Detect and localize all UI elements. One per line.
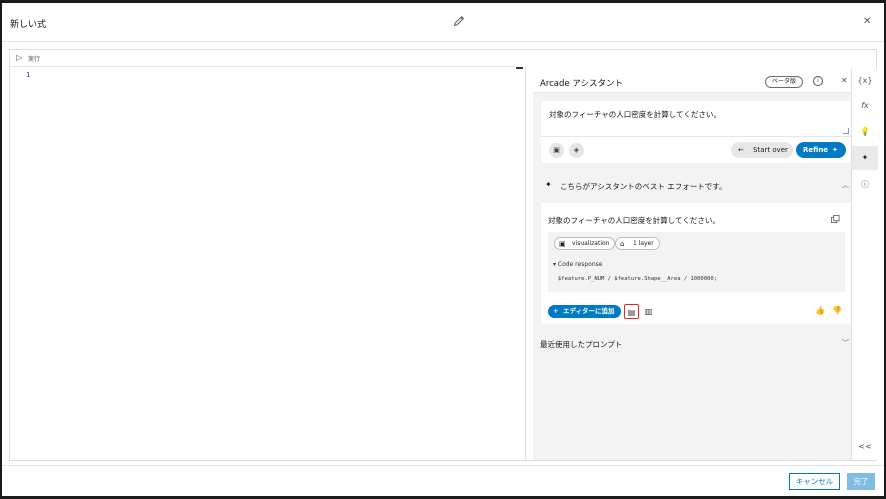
recent-prompts-header[interactable]: 最近使用したプロンプト ﹀ xyxy=(533,333,851,353)
clipboard-icon[interactable]: ▥ xyxy=(641,304,656,319)
prompt-input[interactable]: 対象のフィーチャの人口密度を計算してください。 xyxy=(541,101,851,137)
add-to-editor-button[interactable]: + エディターに追加 xyxy=(548,305,621,318)
line-number: 1 xyxy=(26,71,31,79)
code-snippet: $feature.P_NUM / $feature.Shape__Area / … xyxy=(558,276,717,282)
dialog-footer: キャンセル 完了 xyxy=(2,465,884,496)
play-icon[interactable]: ▷ xyxy=(16,53,22,62)
variables-icon[interactable]: {x} xyxy=(852,69,878,93)
thumbs-down-icon[interactable]: 👎 xyxy=(832,306,842,315)
layers-icon[interactable]: ◈ xyxy=(569,143,584,158)
visualization-chip[interactable]: ▣ visualization xyxy=(554,237,616,250)
start-over-label: Start over xyxy=(753,146,788,154)
assistant-icon[interactable]: ✦ xyxy=(852,146,878,170)
refine-label: Refine xyxy=(803,146,829,154)
prompt-text: 対象のフィーチャの人口密度を計算してください。 xyxy=(549,110,721,119)
sparkle-icon: ✦ xyxy=(832,146,838,154)
layer-icon: ⌂ xyxy=(620,240,625,248)
assistant-title: Arcade アシスタント xyxy=(540,79,623,89)
run-toolbar: ▷ 実行 xyxy=(10,50,516,67)
expression-dialog: 新しい式 ✕ ▷ 実行 1 Arcade アシスタント ベータ版 i ✕ 対象の… xyxy=(2,3,884,496)
side-rail: {x} fx 💡 ✦ ⓘ << xyxy=(851,69,878,460)
code-editor[interactable]: 1 xyxy=(10,67,516,460)
code-response-toggle[interactable]: ▾ Code response xyxy=(553,261,602,268)
assistant-header: Arcade アシスタント ベータ版 i ✕ xyxy=(533,69,851,93)
dialog-title: 新しい式 xyxy=(10,20,47,30)
done-button[interactable]: 完了 xyxy=(847,473,875,490)
start-over-button[interactable]: ← Start over xyxy=(731,142,793,158)
bulb-icon[interactable]: 💡 xyxy=(852,120,878,144)
divider xyxy=(525,67,526,460)
pencil-icon[interactable] xyxy=(452,14,466,28)
copy-icon[interactable] xyxy=(831,215,840,224)
chevron-up-icon[interactable]: ︿ xyxy=(842,180,849,190)
chip-label: visualization xyxy=(572,240,610,247)
close-assistant-icon[interactable]: ✕ xyxy=(841,76,848,85)
functions-icon[interactable]: fx xyxy=(852,94,878,118)
beta-badge: ベータ版 xyxy=(765,76,804,88)
thumbs-up-icon[interactable]: 👍 xyxy=(815,306,825,315)
chip-label: 1 layer xyxy=(633,240,654,247)
insert-document-icon[interactable]: ▤ xyxy=(624,304,639,319)
arcade-assistant-panel: Arcade アシスタント ベータ版 i ✕ 対象のフィーチャの人口密度を計算し… xyxy=(533,69,851,460)
recent-prompts-label: 最近使用したプロンプト xyxy=(540,340,623,349)
image-icon[interactable]: ▣ xyxy=(549,143,564,158)
best-effort-text: こちらがアシスタントのベスト エフォートです。 xyxy=(560,182,727,191)
response-card: 対象のフィーチャの人口密度を計算してください。 ▣ visualization … xyxy=(541,203,851,324)
response-details: ▣ visualization ⌂ 1 layer ▾ Code respons… xyxy=(548,232,845,292)
prompt-box: 対象のフィーチャの人口密度を計算してください。 ▣ ◈ ← Start over… xyxy=(541,101,851,163)
refine-button[interactable]: Refine ✦ xyxy=(796,142,846,158)
response-prompt: 対象のフィーチャの人口密度を計算してください。 xyxy=(548,216,720,225)
arrow-left-icon: ← xyxy=(738,146,744,154)
cancel-button[interactable]: キャンセル xyxy=(789,473,840,490)
plus-icon: + xyxy=(553,307,559,315)
help-icon[interactable]: ⓘ xyxy=(852,173,878,197)
sparkle-icon: ✦ xyxy=(545,180,552,189)
best-effort-header[interactable]: ✦ こちらがアシスタントのベスト エフォートです。 ︿ xyxy=(533,173,851,195)
add-to-editor-label: エディターに追加 xyxy=(563,307,615,315)
collapse-icon[interactable]: << xyxy=(852,435,878,459)
run-button[interactable]: 実行 xyxy=(28,54,40,63)
editor-area: ▷ 実行 1 Arcade アシスタント ベータ版 i ✕ 対象のフィーチャの人… xyxy=(9,49,878,461)
splitter-handle[interactable] xyxy=(516,67,523,69)
image-icon: ▣ xyxy=(559,240,566,248)
close-icon[interactable]: ✕ xyxy=(863,16,871,27)
layer-chip[interactable]: ⌂ 1 layer xyxy=(615,237,660,250)
resize-handle[interactable] xyxy=(843,128,849,134)
info-icon[interactable]: i xyxy=(813,76,823,86)
chevron-down-icon[interactable]: ﹀ xyxy=(842,338,849,348)
dialog-header: 新しい式 ✕ xyxy=(2,3,884,42)
